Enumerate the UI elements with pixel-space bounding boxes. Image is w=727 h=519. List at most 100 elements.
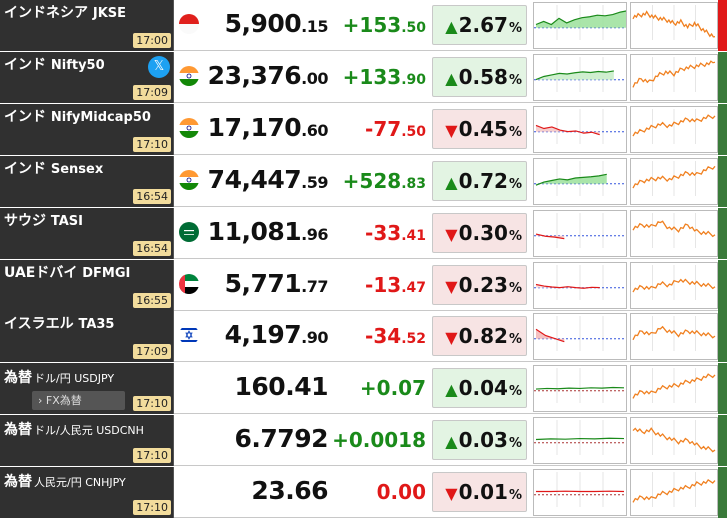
percent-value: 0.82 <box>458 324 508 349</box>
intraday-chart-box[interactable] <box>533 209 627 257</box>
price-dec: .90 <box>301 328 328 348</box>
arrow-up-icon: ▲ <box>445 17 458 36</box>
market-symbol: JKSE <box>92 6 127 21</box>
market-name: UAEドバイ DFMGI <box>4 262 130 282</box>
intraday-chart-box[interactable] <box>533 469 627 517</box>
percent-change-badge: ▲0.03% <box>432 420 527 461</box>
market-category: 為替 <box>4 422 32 439</box>
market-symbol: 人民元/円 CNHJPY <box>34 476 126 490</box>
price: 6.7792 <box>200 424 329 453</box>
longterm-chart-box[interactable] <box>630 417 718 465</box>
longterm-chart-box[interactable] <box>630 209 718 257</box>
market-country: インド <box>4 56 46 73</box>
market-name-cell[interactable]: 為替 ドル/円 USDJPY › FX為替 17:10 <box>0 363 174 415</box>
india-flag-icon <box>179 65 199 86</box>
trend-indicator <box>718 415 727 467</box>
market-name-cell[interactable]: サウジ TASI 16:54 <box>0 207 174 259</box>
arrow-up-icon: ▲ <box>445 432 458 452</box>
market-row[interactable]: UAEドバイ DFMGI 16:55 5,771.77 -13.47 ▼0.23% <box>0 259 727 311</box>
longterm-chart-box[interactable] <box>630 313 718 361</box>
percent-change-badge: ▼0.30% <box>432 212 527 253</box>
market-row[interactable]: インド Nifty50 𝕏 17:09 23,376.00 +133.90 ▲0.58% <box>0 51 727 103</box>
intraday-chart-box[interactable] <box>533 53 627 101</box>
price-int: 5,900 <box>224 9 302 38</box>
longterm-chart-box[interactable] <box>630 261 718 309</box>
market-row[interactable]: 為替 人民元/円 CNHJPY 17:10 23.66 0.00 ▼0.01% <box>0 467 727 519</box>
market-name: サウジ TASI <box>4 210 83 230</box>
trend-indicator <box>718 103 727 155</box>
update-time: 17:10 <box>133 136 171 152</box>
market-row[interactable]: イスラエル TA35 17:09 4,197.90 -34.52 ▼0.82% <box>0 311 727 363</box>
intraday-chart-box[interactable] <box>533 417 627 465</box>
market-board: インドネシア JKSE 17:00 5,900.15 +153.50 ▲2.67% インド… <box>0 0 727 519</box>
change-int: -13 <box>365 272 402 297</box>
market-symbol: Sensex <box>50 161 104 177</box>
percent-value: 2.67 <box>458 13 508 37</box>
intraday-chart-box[interactable] <box>533 313 627 361</box>
market-name-cell[interactable]: インドネシア JKSE 17:00 <box>0 0 174 51</box>
longterm-chart-box[interactable] <box>630 469 718 517</box>
intraday-chart-box[interactable] <box>533 365 627 413</box>
intraday-chart <box>534 212 626 248</box>
change: 0.00 <box>330 480 426 504</box>
market-name-cell[interactable]: インド Nifty50 𝕏 17:09 <box>0 51 174 103</box>
market-country: サウジ <box>4 212 46 229</box>
market-row[interactable]: インド NifyMidcap50 17:10 17,170.60 -77.50 ▼0.4… <box>0 103 727 155</box>
change: +0.07 <box>330 376 426 400</box>
india-flag-icon <box>179 117 199 138</box>
longterm-chart <box>632 5 716 40</box>
longterm-chart <box>632 368 716 404</box>
intraday-area <box>536 125 600 135</box>
price-dec: .77 <box>301 276 328 296</box>
longterm-chart <box>632 160 716 196</box>
intraday-chart <box>534 368 626 404</box>
fx-button-label: FX為替 <box>45 394 82 408</box>
longterm-chart-box[interactable] <box>630 53 718 101</box>
longterm-chart-box[interactable] <box>630 105 718 153</box>
price-int: 23,376 <box>207 60 302 90</box>
intraday-chart-box[interactable] <box>533 2 629 49</box>
intraday-chart-box[interactable] <box>533 105 627 153</box>
x-share-icon[interactable]: 𝕏 <box>148 55 170 78</box>
market-row[interactable]: インド Sensex 16:54 74,447.59 +528.83 ▲0.72% <box>0 155 727 207</box>
intraday-chart-box[interactable] <box>533 157 627 205</box>
indonesia-flag-icon <box>179 14 199 34</box>
arrow-down-icon: ▼ <box>445 276 458 296</box>
market-symbol: ドル/人民元 USDCNH <box>34 424 144 438</box>
market-name-cell[interactable]: 為替 人民元/円 CNHJPY 17:10 <box>0 467 174 519</box>
change-int: -34 <box>365 324 402 349</box>
percent-value: 0.30 <box>458 220 508 245</box>
price: 160.41 <box>200 372 329 401</box>
market-row[interactable]: 為替 ドル/人民元 USDCNH 17:10 6.7792 +0.0018 ▲0.03% <box>0 415 727 467</box>
market-symbol: NifyMidcap50 <box>50 109 151 125</box>
arrow-down-icon: ▼ <box>445 484 458 504</box>
fx-button[interactable]: › FX為替 <box>32 391 125 411</box>
arrow-down-icon: ▼ <box>445 224 458 244</box>
market-symbol: TA35 <box>78 317 115 333</box>
change-int: +133 <box>342 64 402 89</box>
intraday-chart-box[interactable] <box>533 261 627 309</box>
longterm-chart <box>632 420 716 456</box>
change-dec: .83 <box>401 175 426 192</box>
market-name-cell[interactable]: インド NifyMidcap50 17:10 <box>0 103 174 155</box>
market-row[interactable]: インドネシア JKSE 17:00 5,900.15 +153.50 ▲2.67% <box>0 0 727 51</box>
market-category: 為替 <box>4 370 32 387</box>
longterm-chart-box[interactable] <box>630 157 718 205</box>
change: +133.90 <box>330 65 426 89</box>
percent-unit: % <box>508 21 522 36</box>
market-name-cell[interactable]: イスラエル TA35 17:09 <box>0 311 174 363</box>
intraday-chart <box>534 420 626 456</box>
market-name-cell[interactable]: インド Sensex 16:54 <box>0 155 174 207</box>
change-int: +0.0018 <box>332 428 426 453</box>
market-name: インド NifyMidcap50 <box>4 106 151 126</box>
longterm-chart-box[interactable] <box>630 2 718 49</box>
market-row[interactable]: サウジ TASI 16:54 11,081.96 -33.41 ▼0.30% <box>0 207 727 259</box>
price: 5,900.15 <box>200 9 329 38</box>
chevron-right-icon: › <box>38 394 46 408</box>
percent-change-badge: ▲0.04% <box>432 368 527 409</box>
percent-value: 0.23 <box>458 272 508 297</box>
market-name-cell[interactable]: UAEドバイ DFMGI 16:55 <box>0 259 174 311</box>
market-row[interactable]: 為替 ドル/円 USDJPY › FX為替 17:10 160.41 +0.07 ▲0.04… <box>0 363 727 415</box>
longterm-chart-box[interactable] <box>630 365 718 413</box>
market-name-cell[interactable]: 為替 ドル/人民元 USDCNH 17:10 <box>0 415 174 467</box>
